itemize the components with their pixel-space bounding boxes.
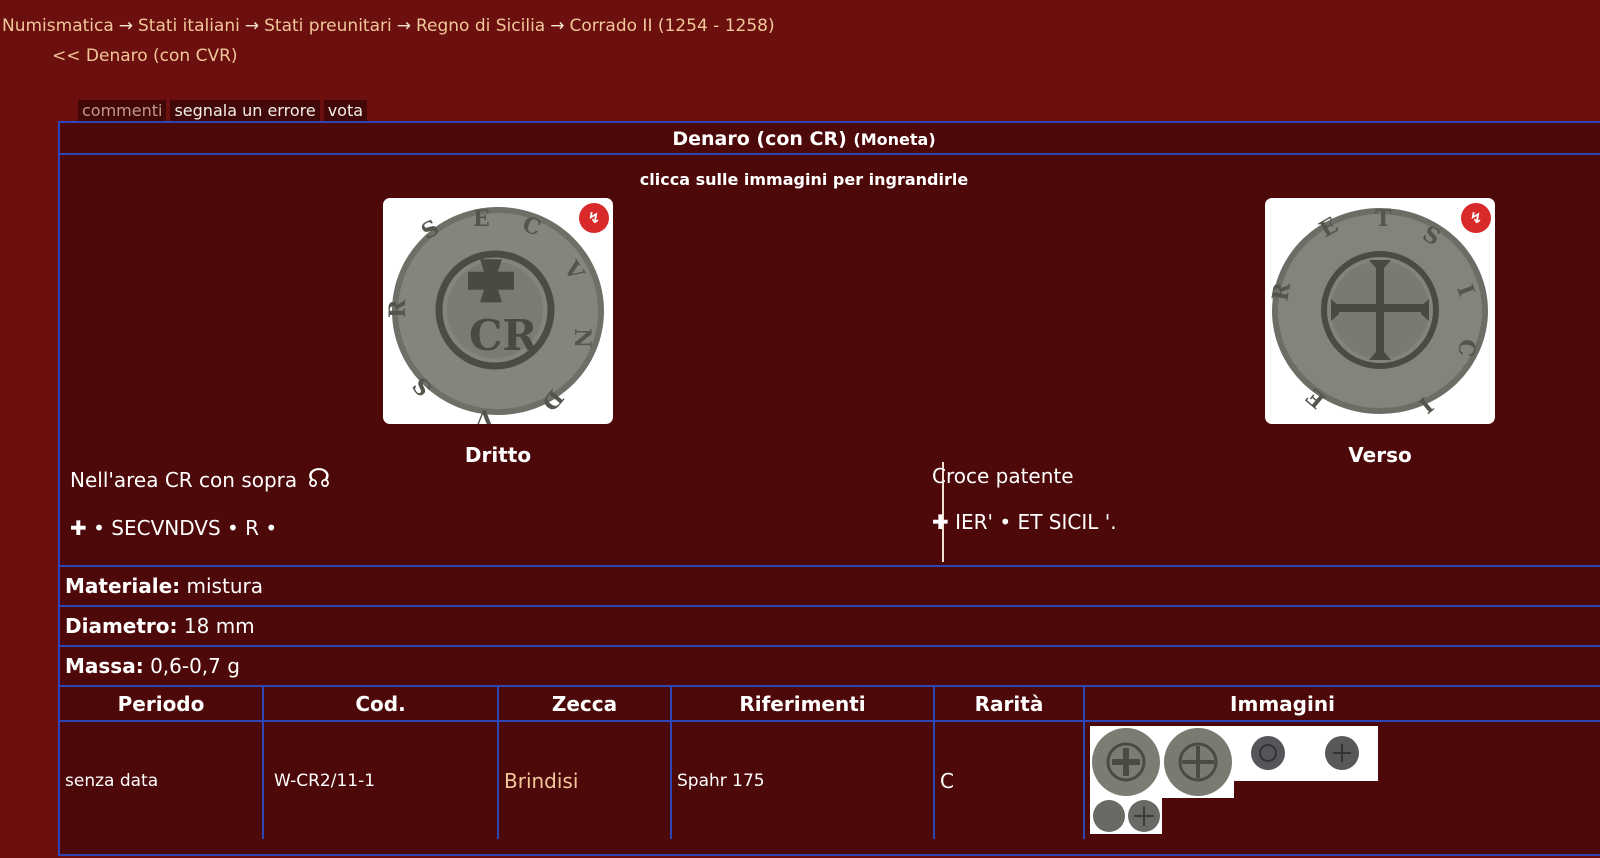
tab-commenti[interactable]: commenti (78, 100, 167, 122)
cell-rarita: C (934, 721, 1085, 839)
coin-type: (Moneta) (853, 130, 936, 149)
header-zecca: Zecca (498, 685, 672, 722)
svg-text:V: V (475, 404, 494, 424)
header-rarita: Rarità (934, 685, 1085, 722)
table-row: senza data W-CR2/11-1 Brindisi Spahr 175… (60, 721, 1600, 839)
svg-text:R: R (385, 299, 411, 318)
svg-text:N: N (569, 328, 595, 348)
thumbnail-coin-icon[interactable] (1306, 726, 1378, 781)
cell-cod: W-CR2/11-1 (263, 721, 499, 839)
material-label: Materiale: (65, 574, 181, 598)
reverse-label: Verso (1348, 443, 1412, 467)
diameter-label: Diametro: (65, 614, 178, 638)
breadcrumb-item-stati-italiani[interactable]: Stati italiani (138, 16, 240, 36)
header-immagini: Immagini (1084, 685, 1600, 722)
diameter-value: 18 mm (183, 614, 255, 638)
breadcrumb-separator: → (244, 16, 260, 36)
property-mass: Massa: 0,6-0,7 g (60, 645, 1600, 685)
breadcrumb-item-regno-di-sicilia[interactable]: Regno di Sicilia (416, 16, 545, 36)
obverse-description-block: Nell'area CR con sopra ☊ ✚ • SECVNDVS • … (70, 464, 331, 540)
image-thumbnails (1090, 724, 1390, 834)
cell-immagini (1084, 721, 1600, 839)
header-riferimenti: Riferimenti (671, 685, 935, 722)
header-periodo: Periodo (60, 685, 264, 722)
obverse-description: Nell'area CR con sopra (70, 468, 298, 492)
breadcrumb-separator: → (550, 16, 565, 36)
action-tabs: commenti segnala un errore vota (78, 100, 371, 122)
breadcrumb-item-numismatica[interactable]: Numismatica (2, 16, 114, 36)
reverse-coin-icon: E T S I C I E R (1267, 206, 1488, 418)
thumbnail-coin-pair-icon[interactable] (1090, 798, 1162, 834)
property-diameter: Diametro: 18 mm (60, 605, 1600, 645)
coin-panel: Denaro (con CR) (Moneta) clicca sulle im… (58, 121, 1600, 856)
tab-segnala-errore[interactable]: segnala un errore (170, 100, 320, 122)
coin-title-bar: Denaro (con CR) (Moneta) (60, 123, 1600, 155)
cell-periodo: senza data (60, 721, 264, 839)
breadcrumb-separator: → (396, 16, 411, 36)
thumbnail-coin-icon[interactable] (1162, 726, 1234, 798)
tab-vota[interactable]: vota (323, 100, 368, 122)
cell-zecca[interactable]: Brindisi (498, 721, 672, 839)
property-material: Materiale: mistura (60, 565, 1600, 605)
reverse-description-block: Croce patente ✚ IER' • ET SICIL '. (932, 464, 1117, 534)
obverse-label: Dritto (464, 443, 532, 467)
material-value: mistura (186, 574, 263, 598)
red-circle-logo-icon: ↯ (1461, 203, 1491, 233)
obverse-coin-icon: CR S E C V N D V S R (385, 206, 604, 424)
mass-label: Massa: (65, 654, 144, 678)
breadcrumb: Numismatica → Stati italiani → Stati preunit… (2, 16, 775, 36)
breadcrumb-item-corrado-ii[interactable]: Corrado II (1254 - 1258) (569, 16, 774, 36)
mass-value: 0,6-0,7 g (150, 654, 240, 678)
enlarge-hint: clicca sulle immagini per ingrandirle (639, 170, 969, 189)
svg-text:T: T (1375, 206, 1392, 232)
svg-text:CR: CR (469, 311, 538, 360)
svg-text:E: E (473, 206, 490, 232)
header-cod: Cod. (263, 685, 499, 722)
thumbnail-coin-icon[interactable] (1090, 726, 1162, 798)
table-header-row: Periodo Cod. Zecca Riferimenti Rarità Im… (60, 685, 1600, 722)
reverse-description: Croce patente (932, 464, 1074, 488)
breadcrumb-separator: → (118, 16, 134, 36)
red-circle-logo-icon: ↯ (579, 203, 609, 233)
coin-variants-table: Periodo Cod. Zecca Riferimenti Rarità Im… (60, 685, 1600, 839)
back-link[interactable]: << Denaro (con CVR) (52, 46, 238, 66)
omega-symbol-icon: ☊ (307, 464, 331, 494)
cell-riferimenti: Spahr 175 (671, 721, 935, 839)
obverse-legend: ✚ • SECVNDVS • R • (70, 516, 278, 540)
reverse-image[interactable]: E T S I C I E R ↯ (1265, 198, 1495, 424)
breadcrumb-item-stati-preunitari[interactable]: Stati preunitari (264, 16, 392, 36)
obverse-image[interactable]: CR S E C V N D V S R ↯ (383, 198, 613, 424)
coin-title: Denaro (con CR) (672, 128, 847, 150)
thumbnail-coin-icon[interactable] (1234, 726, 1306, 781)
reverse-legend: ✚ IER' • ET SICIL '. (932, 510, 1117, 534)
